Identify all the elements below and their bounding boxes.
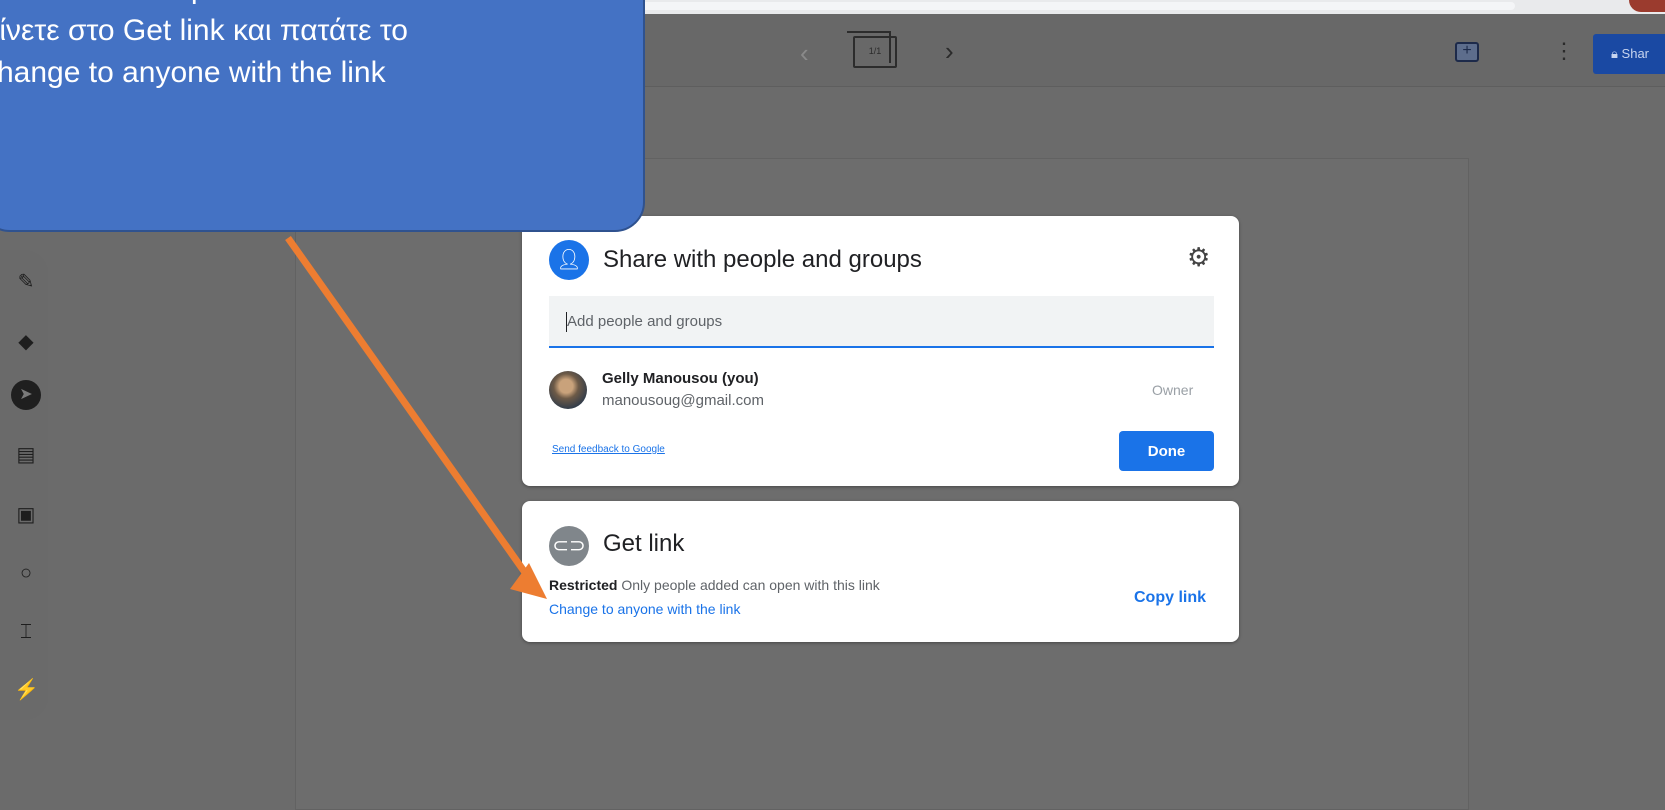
lock-icon: 🔒︎ bbox=[1611, 46, 1618, 61]
text-box-icon[interactable]: ⌶ bbox=[14, 620, 38, 644]
more-options-icon[interactable]: ⋮ bbox=[1553, 38, 1575, 64]
callout-text: Παρακάτω αίνετε στο Get link και πατάτε … bbox=[0, 0, 602, 94]
eraser-icon[interactable]: ◆ bbox=[14, 330, 38, 354]
add-person-icon: 👤︎ bbox=[549, 240, 589, 280]
restricted-text: Only people added can open with this lin… bbox=[621, 577, 880, 593]
user-role: Owner bbox=[1152, 382, 1194, 398]
callout-line-3: change to anyone with the link bbox=[0, 56, 386, 89]
restricted-status: Restricted Only people added can open wi… bbox=[549, 577, 880, 593]
image-icon[interactable]: ▣ bbox=[14, 503, 38, 527]
pen-icon[interactable]: ✎ bbox=[14, 270, 38, 294]
gear-icon[interactable]: ⚙ bbox=[1187, 242, 1210, 273]
laser-icon[interactable]: ⚡ bbox=[14, 678, 39, 702]
change-to-anyone-link[interactable]: Change to anyone with the link bbox=[549, 601, 740, 617]
share-button[interactable]: 🔒︎ Shar bbox=[1593, 34, 1665, 74]
user-name: Gelly Manousou (you) bbox=[602, 370, 759, 387]
select-icon[interactable]: ➤ bbox=[11, 380, 41, 410]
add-people-input[interactable] bbox=[549, 296, 1214, 348]
get-link-title: Get link bbox=[603, 530, 685, 557]
sticky-note-icon[interactable]: ▤ bbox=[14, 443, 38, 467]
copy-link-button[interactable]: Copy link bbox=[1134, 589, 1206, 607]
next-frame-icon[interactable]: › bbox=[945, 38, 954, 64]
shape-circle-icon[interactable]: ○ bbox=[14, 561, 38, 585]
add-frame-icon[interactable]: + bbox=[1455, 42, 1479, 62]
get-link-panel: ⊂⊃ Get link Restricted Only people added… bbox=[522, 501, 1239, 642]
avatar bbox=[549, 371, 587, 409]
instruction-callout: Παρακάτω αίνετε στο Get link και πατάτε … bbox=[0, 0, 645, 232]
user-email: manousoug@gmail.com bbox=[602, 392, 764, 409]
callout-line-1: Παρακάτω bbox=[152, 0, 602, 10]
share-dialog: 👤︎ Share with people and groups ⚙ Gelly … bbox=[522, 216, 1239, 486]
send-feedback-link[interactable]: Send feedback to Google bbox=[552, 444, 665, 455]
prev-frame-icon[interactable]: ‹ bbox=[800, 40, 809, 66]
frame-counter-text: 1/1 bbox=[868, 46, 882, 56]
frame-counter[interactable]: 1/1 bbox=[847, 31, 897, 68]
done-button[interactable]: Done bbox=[1119, 431, 1214, 471]
text-caret bbox=[566, 312, 567, 332]
share-dialog-title: Share with people and groups bbox=[603, 246, 922, 273]
link-icon: ⊂⊃ bbox=[549, 526, 589, 566]
account-avatar[interactable] bbox=[1629, 0, 1665, 12]
callout-line-2: αίνετε στο Get link και πατάτε το bbox=[0, 14, 408, 47]
restricted-label: Restricted bbox=[549, 577, 618, 593]
tool-palette: ✎ ◆ ➤ ▤ ▣ ○ ⌶ ⚡ bbox=[0, 250, 48, 720]
address-bar[interactable] bbox=[610, 2, 1515, 10]
share-button-label: Shar bbox=[1621, 46, 1650, 61]
